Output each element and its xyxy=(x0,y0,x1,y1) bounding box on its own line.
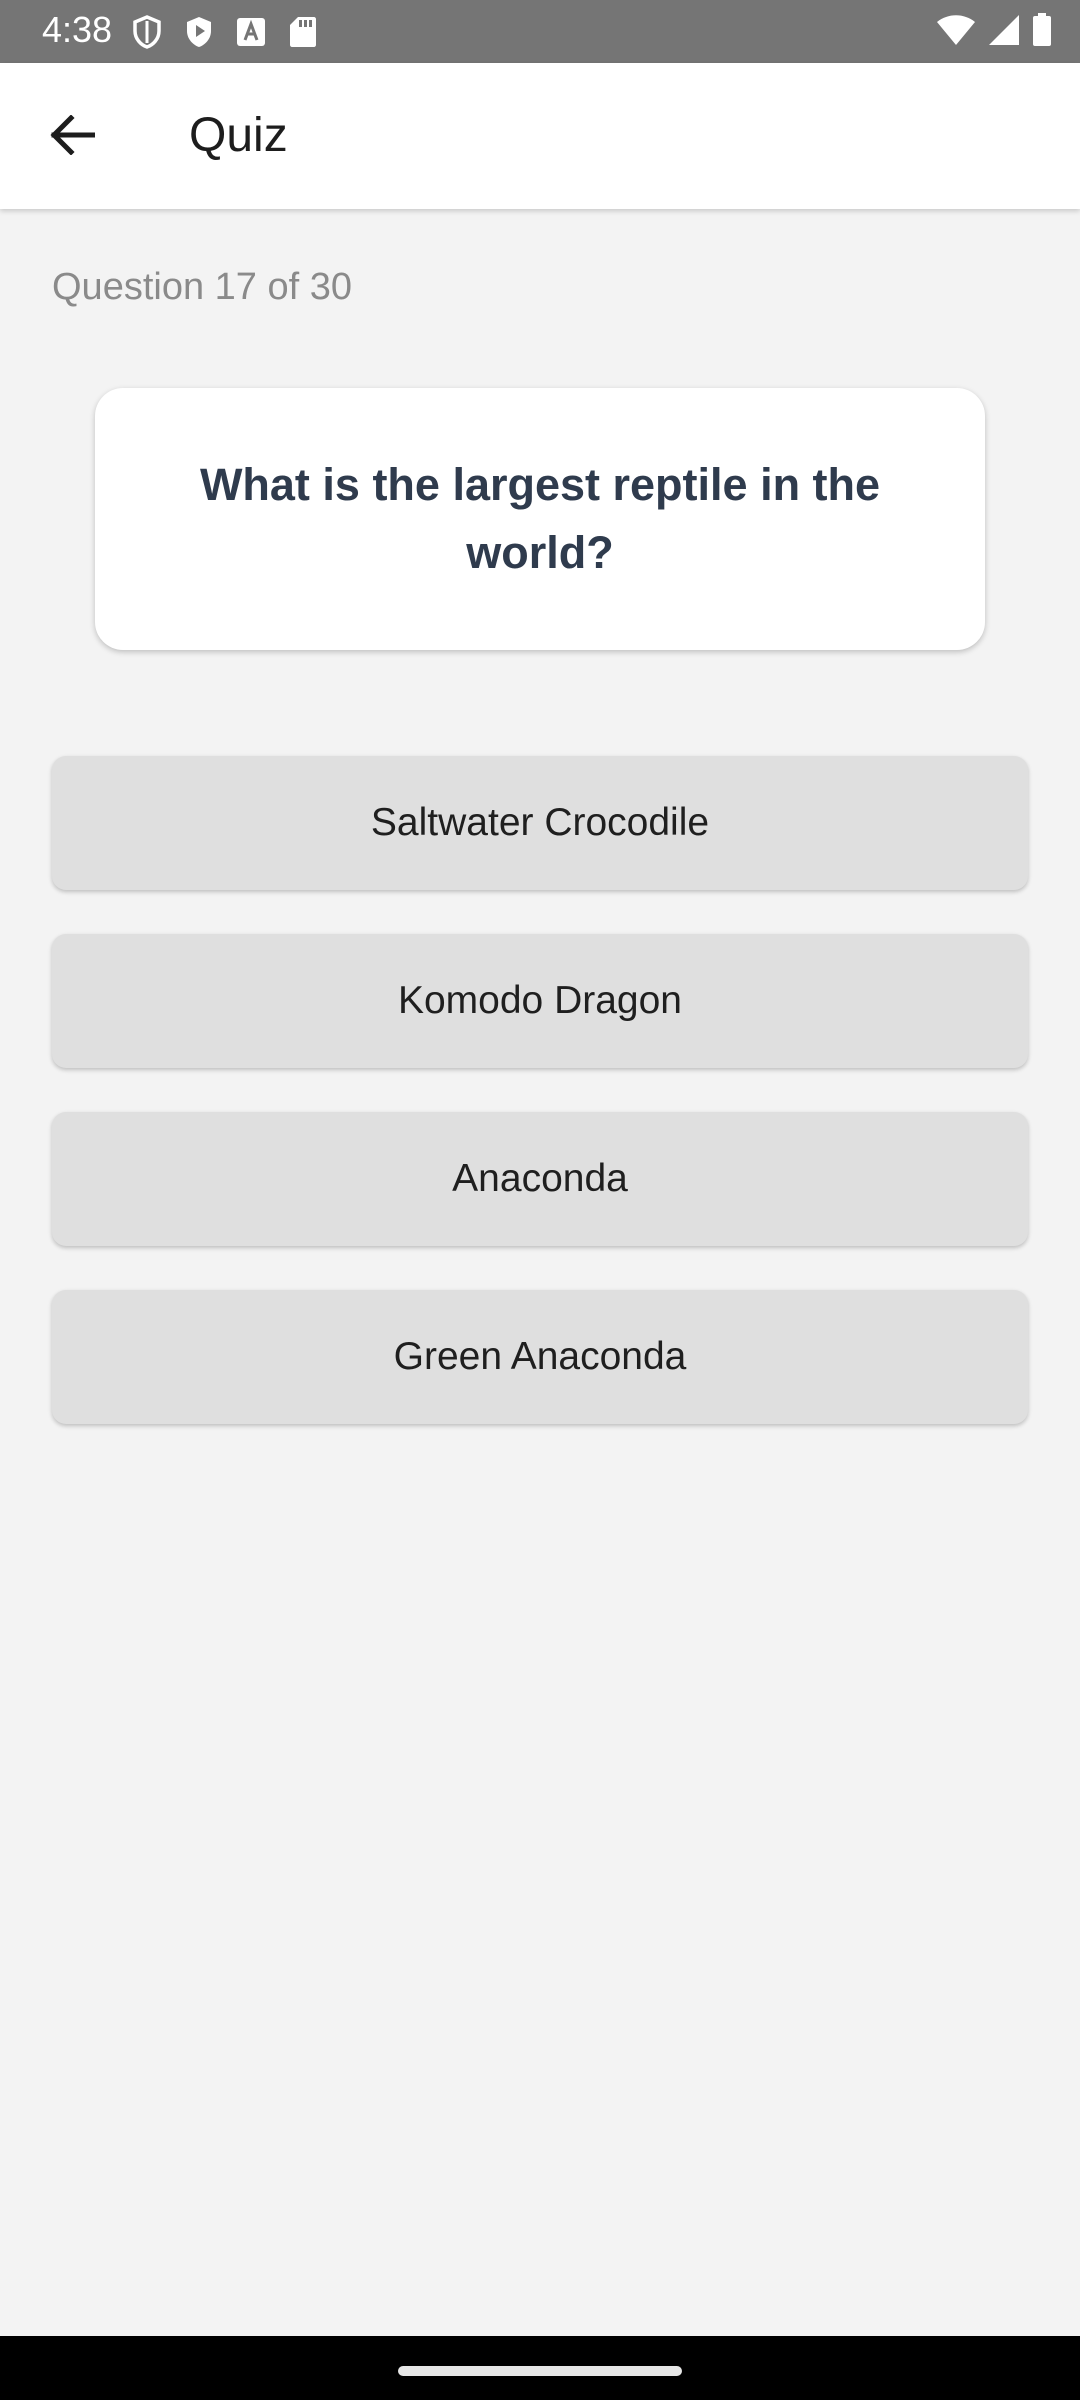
answer-button[interactable]: Komodo Dragon xyxy=(52,934,1028,1068)
quiz-screen: 4:38 Quiz Question 17 of 30 What is the … xyxy=(0,0,1080,2400)
status-time: 4:38 xyxy=(42,9,113,50)
status-bar: 4:38 xyxy=(0,0,1080,63)
question-progress: Question 17 of 30 xyxy=(52,266,352,308)
sd-card-icon xyxy=(284,13,322,51)
page-title: Quiz xyxy=(189,109,288,162)
wifi-icon xyxy=(936,14,976,51)
arrow-back-icon xyxy=(49,113,96,160)
status-system-icons xyxy=(936,12,1052,52)
answer-button[interactable]: Saltwater Crocodile xyxy=(52,756,1028,890)
question-text: What is the largest reptile in the world… xyxy=(199,459,881,578)
home-indicator[interactable] xyxy=(398,2366,682,2376)
answer-button[interactable]: Anaconda xyxy=(52,1112,1028,1246)
back-button[interactable] xyxy=(30,95,114,179)
answer-button[interactable]: Green Anaconda xyxy=(52,1290,1028,1424)
answer-options: Saltwater Crocodile Komodo Dragon Anacon… xyxy=(52,756,1028,1468)
shield-play-icon xyxy=(180,13,218,51)
font-a-icon xyxy=(232,13,270,51)
shield-outline-icon xyxy=(128,13,166,51)
question-card: What is the largest reptile in the world… xyxy=(95,388,985,650)
battery-icon xyxy=(1032,12,1052,52)
app-bar: Quiz xyxy=(0,63,1080,209)
system-nav-bar xyxy=(0,2336,1080,2400)
status-notification-icons xyxy=(128,12,322,52)
signal-icon xyxy=(988,14,1020,51)
